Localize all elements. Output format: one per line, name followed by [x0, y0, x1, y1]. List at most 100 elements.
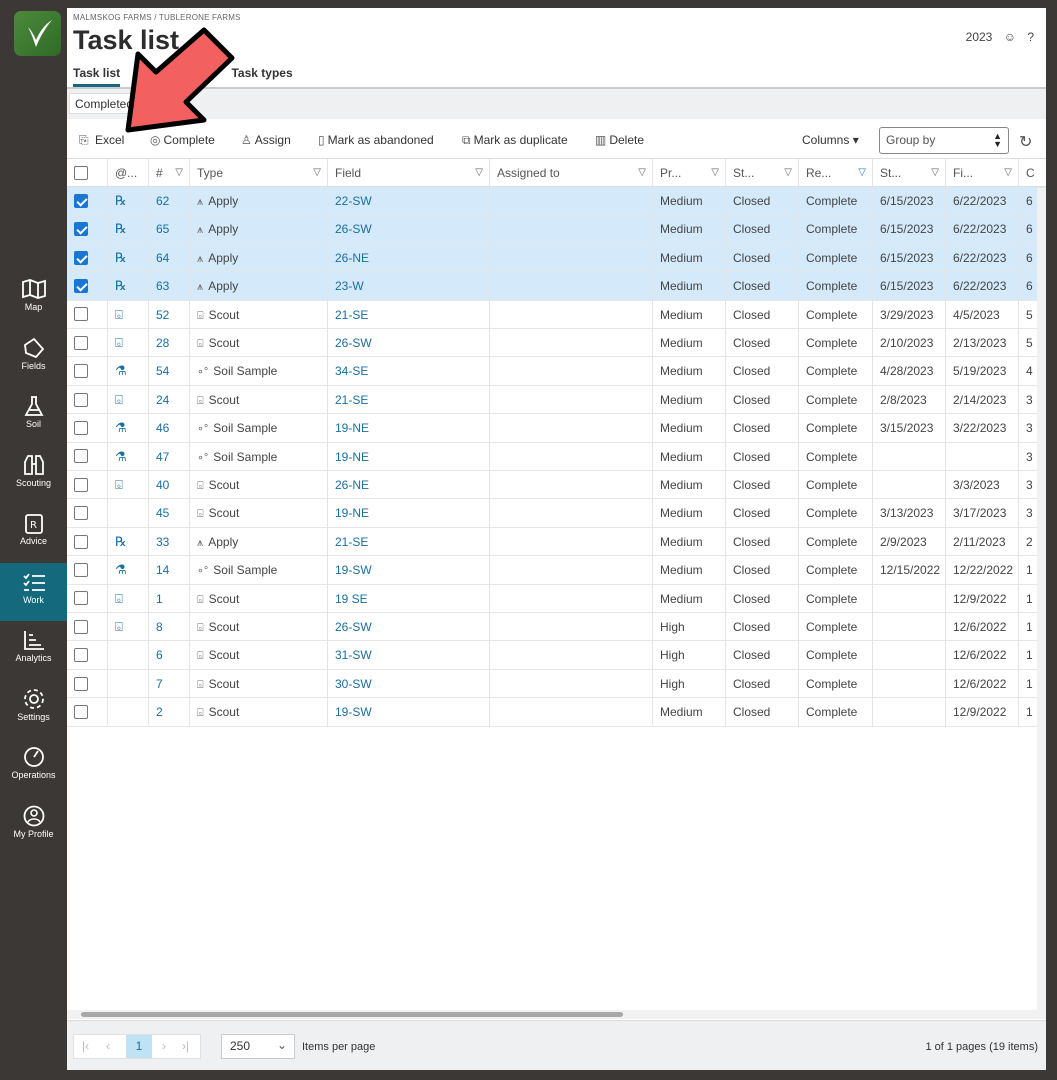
prescription-icon[interactable]: ℞ [115, 250, 127, 265]
table-row[interactable]: 2 ⌻ Scout 19-SW Medium Closed Complete 12/9/202… [67, 698, 1046, 727]
app-logo[interactable] [14, 11, 61, 56]
filter-icon[interactable]: ▽ [313, 159, 321, 186]
num-value[interactable]: 47 [156, 450, 169, 464]
row-select-cell[interactable] [67, 527, 108, 556]
prescription-icon[interactable]: ℞ [115, 534, 127, 549]
row-select-cell[interactable] [67, 357, 108, 385]
horizontal-scroll-thumb[interactable] [81, 1012, 623, 1017]
num-value[interactable]: 14 [156, 563, 169, 577]
sidebar-item-scouting[interactable]: Scouting [0, 446, 67, 504]
sidebar-item-map[interactable]: Map [0, 270, 67, 328]
column-header-6[interactable]: Pr... ▽ [653, 159, 726, 186]
binoculars-icon[interactable]: ⌻ [115, 307, 123, 322]
field-value[interactable]: 22-SW [335, 194, 372, 208]
column-header-2[interactable]: # ▽ [149, 159, 190, 186]
year-selector[interactable]: 2023 [966, 30, 993, 44]
excel-button[interactable]: ⎘ Excel [79, 133, 124, 148]
table-row[interactable]: ⚗ 54 ∘° Soil Sample 34-SE Medium Closed Complet… [67, 357, 1046, 386]
cell-field[interactable]: 21-SE [328, 527, 490, 556]
last-page-icon[interactable]: ›| [182, 1039, 189, 1053]
tab-task-list[interactable]: Task list [73, 66, 121, 87]
row-checkbox[interactable] [74, 449, 88, 464]
num-value[interactable]: 8 [156, 620, 163, 634]
row-checkbox[interactable] [74, 307, 88, 322]
table-row[interactable]: ℞ 65 ⩚ Apply 26-SW Medium Closed Complete 6/15/2… [67, 215, 1046, 244]
field-value[interactable]: 19-NE [335, 421, 369, 435]
tab-task-types[interactable]: Task types [231, 66, 292, 84]
num-value[interactable]: 63 [156, 279, 169, 293]
cell-num[interactable]: 28 [149, 329, 190, 357]
prev-page-icon[interactable]: ‹ [106, 1039, 110, 1053]
row-select-cell[interactable] [67, 272, 108, 300]
cell-num[interactable]: 64 [149, 243, 190, 272]
feedback-icon[interactable]: ☺ [1004, 30, 1016, 44]
row-select-cell[interactable] [67, 215, 108, 243]
row-select-cell[interactable] [67, 243, 108, 272]
num-value[interactable]: 40 [156, 478, 169, 492]
cell-field[interactable]: 22-SW [328, 187, 490, 215]
filter-icon[interactable]: ▽ [784, 159, 792, 186]
field-value[interactable]: 19 SE [335, 592, 368, 606]
binoculars-icon[interactable]: ⌻ [115, 392, 123, 407]
cell-field[interactable]: 19-SW [328, 698, 490, 726]
num-value[interactable]: 24 [156, 393, 169, 407]
binoculars-icon[interactable]: ⌻ [115, 619, 123, 634]
cell-num[interactable]: 52 [149, 300, 190, 328]
num-value[interactable]: 2 [156, 705, 163, 719]
table-row[interactable]: ℞ 33 ⩚ Apply 21-SE Medium Closed Complete 2/9/20… [67, 527, 1046, 557]
mark-duplicate-button[interactable]: ⧉ Mark as duplicate [462, 133, 568, 148]
table-row[interactable]: ⚗ 14 ∘° Soil Sample 19-SW Medium Closed Complet… [67, 556, 1046, 585]
column-header-8[interactable]: Re... ▽ [799, 159, 873, 186]
row-select-cell[interactable] [67, 584, 108, 612]
field-value[interactable]: 26-SW [335, 620, 372, 634]
flask-icon[interactable]: ⚗ [115, 449, 127, 464]
cell-field[interactable]: 26-SW [328, 215, 490, 243]
sidebar-item-settings[interactable]: Settings [0, 680, 67, 738]
column-header-4[interactable]: Field ▽ [328, 159, 490, 186]
cell-field[interactable]: 30-SW [328, 669, 490, 698]
cell-field[interactable]: 26-SW [328, 613, 490, 641]
cell-num[interactable]: 33 [149, 527, 190, 556]
table-row[interactable]: ⚗ 46 ∘° Soil Sample 19-NE Medium Closed Complet… [67, 414, 1046, 443]
sidebar-item-advice[interactable]: R Advice [0, 504, 67, 562]
row-select-cell[interactable] [67, 442, 108, 470]
prescription-icon[interactable]: ℞ [115, 193, 127, 208]
binoculars-icon[interactable]: ⌻ [115, 477, 123, 492]
field-value[interactable]: 30-SW [335, 677, 372, 691]
row-select-cell[interactable] [67, 414, 108, 442]
num-value[interactable]: 46 [156, 421, 169, 435]
cell-num[interactable]: 54 [149, 357, 190, 385]
sidebar-item-work[interactable]: Work [0, 563, 67, 621]
cell-field[interactable]: 34-SE [328, 357, 490, 385]
cell-field[interactable]: 19-SW [328, 556, 490, 584]
cell-num[interactable]: 65 [149, 215, 190, 243]
row-checkbox[interactable] [74, 222, 88, 237]
cell-field[interactable]: 26-NE [328, 243, 490, 272]
prescription-icon[interactable]: ℞ [115, 221, 127, 236]
field-value[interactable]: 19-SW [335, 705, 372, 719]
cell-num[interactable]: 45 [149, 499, 190, 527]
cell-field[interactable]: 19-NE [328, 442, 490, 470]
cell-num[interactable]: 14 [149, 556, 190, 584]
table-row[interactable]: ⌻ 40 ⌻ Scout 26-NE Medium Closed Complete 3/3/20… [67, 471, 1046, 500]
cell-num[interactable]: 40 [149, 471, 190, 499]
sidebar-item-fields[interactable]: Fields [0, 329, 67, 387]
row-select-cell[interactable] [67, 329, 108, 357]
header-select-all[interactable] [67, 159, 108, 186]
table-row[interactable]: ⌻ 28 ⌻ Scout 26-SW Medium Closed Complete 2/10/2… [67, 329, 1046, 358]
filter-icon[interactable]: ▽ [175, 159, 183, 186]
row-checkbox[interactable] [74, 648, 88, 663]
row-select-cell[interactable] [67, 669, 108, 698]
num-value[interactable]: 6 [156, 648, 163, 662]
table-row[interactable]: ⌻ 52 ⌻ Scout 21-SE Medium Closed Complete 3/29/2… [67, 300, 1046, 329]
row-checkbox[interactable] [74, 705, 88, 720]
cell-field[interactable]: 26-SW [328, 329, 490, 357]
assign-button[interactable]: ♙ Assign [241, 133, 291, 147]
num-value[interactable]: 45 [156, 506, 169, 520]
field-value[interactable]: 26-SW [335, 222, 372, 236]
filter-icon[interactable]: ▽ [475, 159, 483, 186]
field-value[interactable]: 19-NE [335, 506, 369, 520]
table-row[interactable]: ⌻ 1 ⌻ Scout 19 SE Medium Closed Complete 12/9/20… [67, 584, 1046, 613]
field-value[interactable]: 34-SE [335, 364, 368, 378]
flask-icon[interactable]: ⚗ [115, 420, 127, 435]
